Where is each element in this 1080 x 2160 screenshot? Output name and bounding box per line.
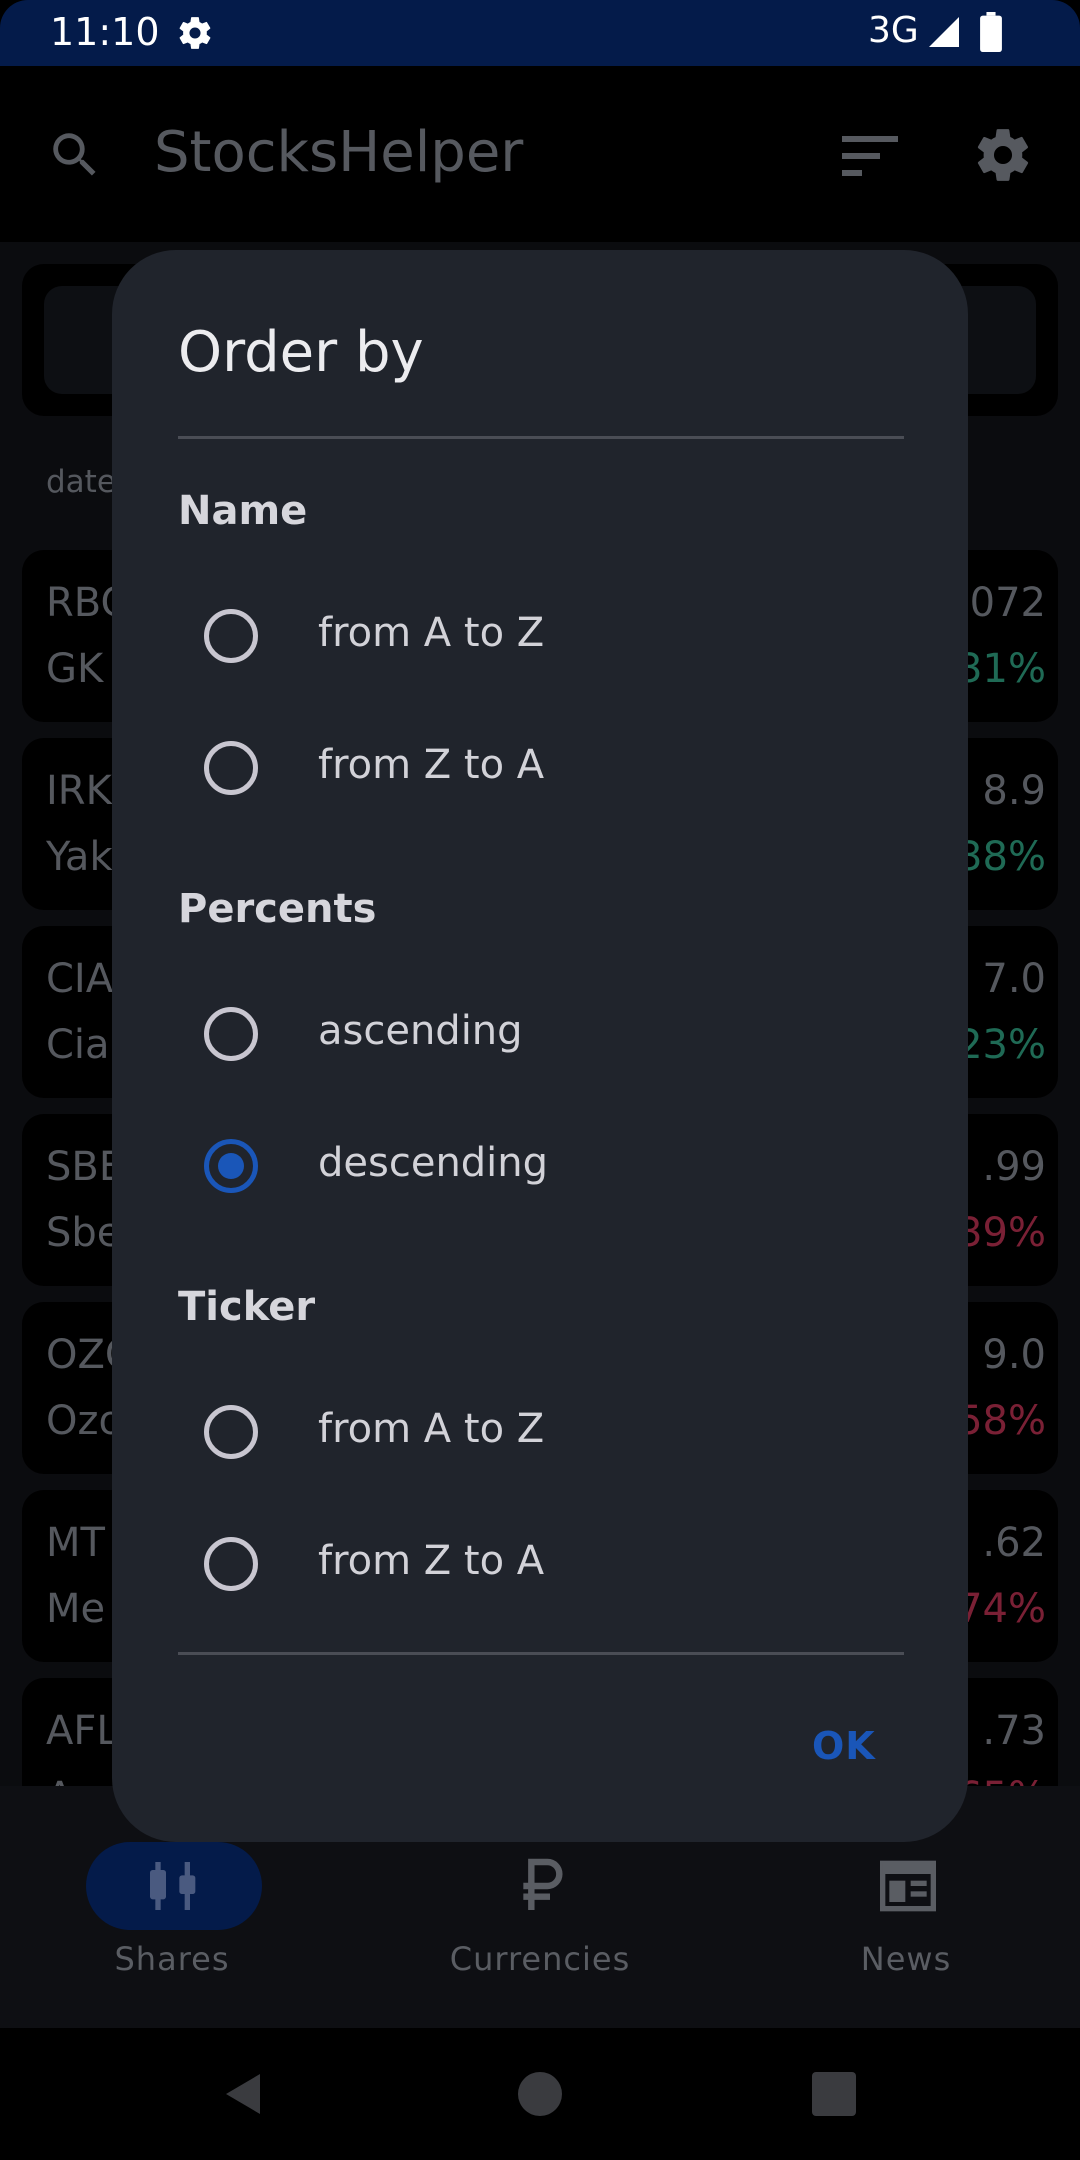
share-name: Sbe [46,1210,122,1256]
network-type: 3G [868,10,919,51]
option-label: from A to Z [318,1406,545,1452]
section-header-ticker: Ticker [178,1284,316,1330]
option-percents-descending[interactable]: descending [204,1114,804,1214]
share-price: .73 [982,1708,1046,1754]
share-price: 072 [969,580,1046,626]
settings-notification-icon [179,17,211,49]
share-change: 23% [957,1022,1046,1068]
share-ticker: CIA [46,956,114,1002]
status-time: 11:10 [50,10,160,54]
radio-button[interactable] [204,1007,258,1061]
share-name: Cia [46,1022,110,1068]
share-price: 7.0 [982,956,1046,1002]
back-icon[interactable] [220,2070,268,2118]
share-name: GK [46,646,104,692]
option-label: from Z to A [318,742,545,788]
candlestick-icon [150,1862,196,1910]
battery-icon [980,12,1002,52]
system-navigation-bar [0,2028,1080,2160]
option-label: from Z to A [318,1538,545,1584]
nav-label-shares: Shares [114,1940,230,1978]
option-label: ascending [318,1008,523,1054]
share-ticker: MT [46,1520,105,1566]
share-change: 58% [957,1398,1046,1444]
share-price: 8.9 [982,768,1046,814]
share-price: 9.0 [982,1332,1046,1378]
option-label: from A to Z [318,610,545,656]
nav-item-news[interactable]: News [756,1842,1056,1992]
share-change: 74% [957,1586,1046,1632]
option-ticker-z-to-a[interactable]: from Z to A [204,1512,804,1612]
share-ticker: IRK [46,768,112,814]
radio-button[interactable] [204,1537,258,1591]
newspaper-icon [880,1860,936,1912]
sort-icon[interactable] [842,134,898,178]
date-label: date [46,464,116,500]
ok-button[interactable]: OK [812,1724,876,1768]
app-bar: StocksHelper [0,66,1080,242]
share-change: 39% [957,1210,1046,1256]
section-header-percents: Percents [178,886,377,932]
nav-item-currencies[interactable]: Currencies [390,1842,690,1992]
option-label: descending [318,1140,549,1186]
nav-label-news: News [860,1940,952,1978]
radio-button[interactable] [204,741,258,795]
share-price: .99 [982,1144,1046,1190]
order-by-dialog: Order by Name from A to Z from Z to A Pe… [112,250,968,1842]
section-header-name: Name [178,488,308,534]
share-name: Yak [46,834,113,880]
settings-icon[interactable] [972,124,1034,186]
recents-icon[interactable] [812,2072,856,2116]
share-ticker: AFL [46,1708,119,1754]
radio-button[interactable] [204,609,258,663]
option-ticker-a-to-z[interactable]: from A to Z [204,1380,804,1480]
option-percents-ascending[interactable]: ascending [204,982,804,1082]
dialog-divider-bottom [178,1652,904,1655]
nav-item-shares[interactable]: Shares [22,1842,322,1992]
share-name: Me [46,1586,106,1632]
share-price: .62 [982,1520,1046,1566]
share-name: Aer [46,1774,114,1786]
dialog-title: Order by [178,320,424,385]
share-change: 31% [957,646,1046,692]
search-icon[interactable] [46,126,104,184]
ruble-icon [523,1858,563,1910]
option-name-z-to-a[interactable]: from Z to A [204,716,804,816]
share-change: 38% [957,834,1046,880]
share-change: 65% [957,1774,1046,1786]
status-bar: 11:10 3G [0,0,1080,66]
app-title: StocksHelper [154,120,524,185]
home-icon[interactable] [518,2072,562,2116]
dialog-divider-top [178,436,904,439]
radio-button[interactable] [204,1405,258,1459]
option-name-a-to-z[interactable]: from A to Z [204,584,804,684]
radio-button[interactable] [204,1139,258,1193]
signal-icon [929,17,959,47]
nav-label-currencies: Currencies [449,1940,631,1978]
